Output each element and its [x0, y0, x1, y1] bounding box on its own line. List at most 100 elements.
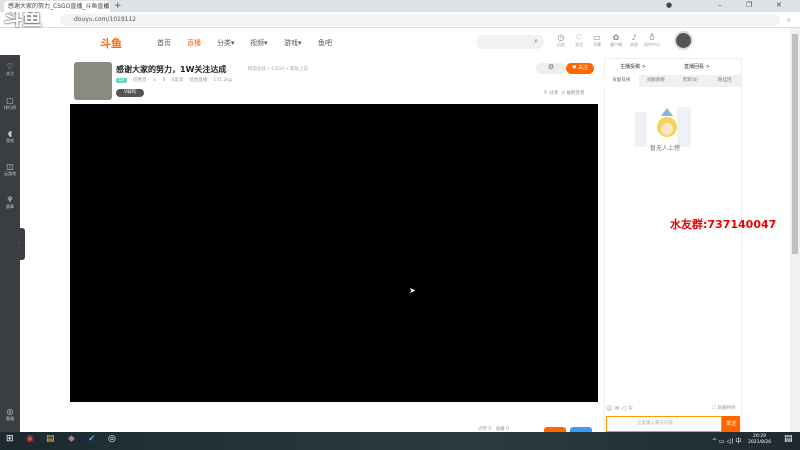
clock-icon: ◷	[557, 33, 565, 42]
steam-icon[interactable]: ✔	[88, 434, 96, 444]
nav-live[interactable]: 直播	[187, 38, 201, 48]
browser-tab[interactable]: 感谢大家的努力_CSGO直播_斗鱼直播 ×	[4, 1, 110, 12]
maximize-button[interactable]: ❐	[746, 1, 752, 9]
heat-icon: ♨	[152, 77, 157, 83]
block-effects-checkbox[interactable]: ☐ 屏蔽特效	[712, 405, 735, 411]
settings-toggle[interactable]: ⚙	[536, 63, 566, 74]
checkin-button[interactable]: 福利签到	[566, 91, 584, 96]
profile-icon[interactable]: ●	[666, 1, 672, 9]
follow-button[interactable]: ♥ 关注	[566, 63, 594, 74]
sidebar	[0, 55, 20, 432]
app-icon[interactable]: ▤	[46, 434, 55, 444]
label: 客户端	[610, 42, 622, 47]
new-tab-button[interactable]: +	[114, 1, 122, 11]
tab-fan-club[interactable]: 粉丝团	[708, 75, 743, 87]
room-title: 感谢大家的努力，1W关注达成	[116, 65, 227, 74]
weight: 171.2kg	[213, 77, 232, 83]
video-player[interactable]	[70, 104, 598, 402]
minimize-button[interactable]: –	[718, 1, 722, 9]
breadcrumb[interactable]: 网游竞技 • CSGO • 帮助上首	[248, 66, 308, 72]
streamer-name[interactable]: 武秀佳	[133, 77, 147, 83]
scrollbar-thumb[interactable]	[792, 34, 798, 254]
trophy-icon: ♆	[6, 195, 14, 204]
sidebar-expand-button[interactable]: ›	[18, 228, 25, 260]
sidebar-item-rank[interactable]: ▢ 排行榜	[0, 96, 20, 111]
star-icon[interactable]: ☆	[786, 17, 791, 24]
emoji-icon[interactable]: ☺	[606, 405, 612, 412]
sidebar-item-follow[interactable]: ♡ 关注	[0, 62, 20, 77]
megaphone-icon[interactable]: ◁	[621, 405, 626, 412]
heat-count: 0	[162, 77, 166, 83]
sidebar-item-events[interactable]: ♆ 赛事	[0, 195, 20, 210]
notification-icon[interactable]: ▤	[784, 434, 793, 444]
replay-link[interactable]: 直播回看 >	[684, 63, 710, 70]
label: 创作中心	[644, 42, 660, 47]
clock[interactable]: 20:29 2021/8/26	[748, 434, 771, 446]
nav-home[interactable]: 首页	[157, 38, 171, 48]
search-input[interactable]: ⌕	[476, 35, 544, 49]
url-field[interactable]: douyu.com/1019112	[60, 14, 780, 26]
share-bar: ⇱ 分享 ◷ 福利签到	[544, 91, 585, 96]
label: 云游戏	[4, 171, 16, 176]
user-avatar[interactable]	[674, 31, 693, 50]
heart-icon: ♡	[575, 33, 583, 42]
camera-icon: ▭	[593, 33, 601, 42]
label: 客服	[6, 416, 14, 421]
nav-video[interactable]: 视频▾	[250, 38, 268, 48]
level-tag: LV	[116, 77, 128, 83]
label: 历史	[557, 42, 565, 47]
send-button[interactable]: 发送	[722, 416, 740, 432]
creator-center-button[interactable]: ♁ 创作中心	[643, 33, 661, 48]
app-icon-2[interactable]: ◆	[68, 434, 75, 444]
tab-vip[interactable]: 贵宾(0)	[673, 75, 708, 87]
site-logo[interactable]: 斗鱼	[100, 35, 122, 51]
panel-top-links: 主播投稿 > 直播回看 >	[604, 60, 742, 74]
tab-daily-rank[interactable]: 贡献日榜	[604, 75, 639, 87]
follow-list-button[interactable]: ♡ 关注	[570, 33, 588, 48]
tab-title: 感谢大家的努力_CSGO直播_斗鱼直播	[8, 3, 110, 10]
search-icon[interactable]: ⌕	[534, 37, 538, 46]
tab-weekly-rank[interactable]: 贡献周榜	[639, 75, 674, 87]
cloud-game-icon: ◫	[6, 162, 14, 171]
streamer-posts-link[interactable]: 主播投稿 >	[620, 63, 646, 70]
mail-icon[interactable]: ✉	[614, 405, 619, 412]
close-window-button[interactable]: ✕	[776, 1, 782, 9]
system-tray[interactable]: ^ ▭ ◁) 中	[712, 436, 741, 445]
tab-close-icon[interactable]: ×	[103, 3, 108, 10]
sidebar-item-games[interactable]: ◖ 游戏	[0, 129, 20, 144]
crown-icon[interactable]: ♔	[628, 405, 633, 412]
nav-fishbar[interactable]: 鱼吧	[318, 38, 332, 48]
label: 关注	[6, 71, 14, 76]
page-scrollbar[interactable]	[790, 28, 800, 432]
noble-badge[interactable]: V弱鸡	[116, 89, 144, 97]
streamer-avatar[interactable]	[74, 62, 112, 100]
label: 赛事	[6, 204, 14, 209]
label: 消息	[630, 42, 638, 47]
label: 开播	[593, 42, 601, 47]
share-button[interactable]: 分享	[549, 91, 558, 96]
chrome-icon[interactable]: ◉	[26, 434, 34, 444]
sidebar-item-cloud-games[interactable]: ◫ 云游戏	[0, 162, 20, 177]
messages-button[interactable]: ♪ 消息	[625, 33, 643, 48]
bulb-icon: ♁	[649, 33, 655, 42]
player-footer	[70, 402, 598, 432]
sidebar-item-support[interactable]: ◎ 客服	[0, 407, 20, 422]
heart-icon: ♡	[6, 62, 14, 71]
history-button[interactable]: ◷ 历史	[552, 33, 570, 48]
start-stream-button[interactable]: ▭ 开播	[588, 33, 606, 48]
fans-count: 4友邻	[171, 78, 184, 83]
gift-icon: ✿	[612, 33, 620, 42]
client-button[interactable]: ✿ 客户端	[607, 33, 625, 48]
chat-input[interactable]: 这里输入聊天内容	[606, 416, 722, 432]
obs-icon[interactable]: ◎	[108, 434, 116, 444]
label: 关注	[575, 42, 583, 47]
date: 2021/8/26	[748, 440, 772, 445]
bell-icon: ♪	[631, 33, 637, 42]
game-icon: ◖	[7, 129, 13, 138]
nav-category[interactable]: 分类▾	[217, 38, 235, 48]
rank-icon: ▢	[6, 96, 14, 105]
follow-note: 哈哈直播	[189, 78, 208, 83]
windows-start-icon[interactable]: ⊞	[6, 434, 14, 444]
nav-games[interactable]: 游戏▾	[284, 38, 302, 48]
room-meta: LV 武秀佳 ♨ 0 4友邻 哈哈直播 171.2kg	[116, 77, 232, 83]
